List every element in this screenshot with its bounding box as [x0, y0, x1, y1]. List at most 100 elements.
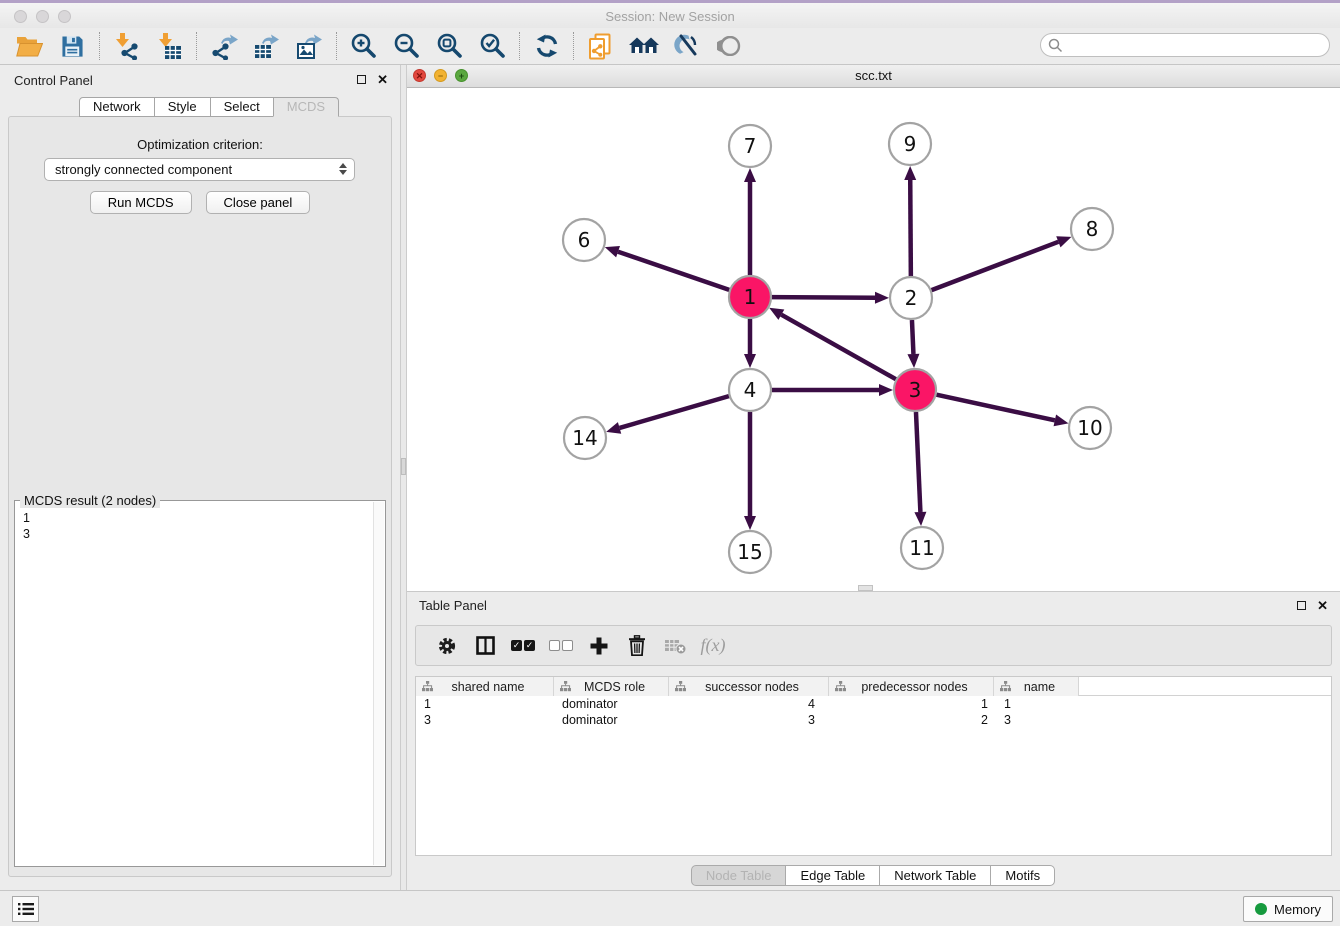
svg-text:3: 3: [909, 378, 922, 402]
graph-node-8[interactable]: 8: [1071, 208, 1113, 250]
hide-graphics-details-button[interactable]: [665, 30, 708, 62]
graph-node-1[interactable]: 1: [729, 276, 771, 318]
plus-icon: [589, 636, 609, 656]
tab-motifs[interactable]: Motifs: [990, 865, 1055, 886]
column-header-shared-name[interactable]: shared name: [416, 677, 554, 696]
vertical-splitter[interactable]: [400, 65, 407, 890]
first-neighbors-button[interactable]: [622, 30, 665, 62]
graph-node-14[interactable]: 14: [564, 417, 606, 459]
tab-network-table[interactable]: Network Table: [879, 865, 991, 886]
graph-node-15[interactable]: 15: [729, 531, 771, 573]
graph-node-11[interactable]: 11: [901, 527, 943, 569]
tree-icon: [835, 681, 846, 692]
float-table-panel-icon[interactable]: [1297, 601, 1306, 610]
export-network-button[interactable]: [202, 30, 245, 62]
memory-status-icon: [1255, 903, 1267, 915]
svg-text:4: 4: [744, 378, 757, 402]
graph-edge-4-14[interactable]: [620, 396, 729, 428]
unchecked-box-icon: [549, 640, 560, 651]
zoom-out-button[interactable]: [385, 30, 428, 62]
create-column-button[interactable]: [580, 636, 618, 656]
table-panel-title: Table Panel: [419, 598, 487, 613]
result-scrollbar[interactable]: [373, 502, 384, 865]
column-header-predecessor-nodes[interactable]: predecessor nodes: [829, 677, 994, 696]
network-zoom-button[interactable]: +: [455, 69, 468, 82]
toolbar-separator: [99, 32, 100, 60]
graph-edge-2-9[interactable]: [910, 180, 911, 276]
status-bar: Memory: [0, 890, 1340, 926]
graph-node-10[interactable]: 10: [1069, 407, 1111, 449]
column-header-name[interactable]: name: [994, 677, 1079, 696]
graph-node-9[interactable]: 9: [889, 123, 931, 165]
optimization-criterion-select[interactable]: strongly connected component: [44, 158, 355, 181]
table-row[interactable]: 3dominator323: [416, 712, 1331, 728]
table-cell: 3: [416, 712, 554, 728]
graph-node-3[interactable]: 3: [894, 369, 936, 411]
vertical-splitter-handle[interactable]: [401, 458, 406, 475]
import-table-icon: [156, 33, 183, 60]
tab-select[interactable]: Select: [210, 97, 274, 117]
zoom-in-button[interactable]: [342, 30, 385, 62]
search-input[interactable]: [1067, 36, 1329, 54]
checked-box-icon: ✓: [511, 640, 522, 651]
apply-layout-button[interactable]: [525, 30, 568, 62]
network-minimize-button[interactable]: −: [434, 69, 447, 82]
function-builder-button[interactable]: f(x): [694, 635, 732, 656]
graph-edge-1-6[interactable]: [618, 252, 729, 290]
graph-node-7[interactable]: 7: [729, 125, 771, 167]
delete-table-button[interactable]: [656, 637, 694, 655]
main-toolbar: [0, 28, 1340, 65]
table-cell: 1: [994, 696, 1079, 712]
save-session-button[interactable]: [51, 30, 94, 62]
graph-edge-2-8[interactable]: [932, 242, 1059, 290]
gear-icon: [437, 636, 457, 656]
graph-node-4[interactable]: 4: [729, 369, 771, 411]
column-header-MCDS-role[interactable]: MCDS role: [554, 677, 669, 696]
zoom-selected-button[interactable]: [471, 30, 514, 62]
tab-network[interactable]: Network: [79, 97, 155, 117]
export-image-button[interactable]: [288, 30, 331, 62]
import-table-button[interactable]: [148, 30, 191, 62]
task-history-button[interactable]: [12, 896, 39, 922]
tab-mcds[interactable]: MCDS: [273, 97, 339, 117]
graph-edge-3-11[interactable]: [916, 412, 920, 512]
tab-node-table[interactable]: Node Table: [691, 865, 787, 886]
delete-column-button[interactable]: [618, 635, 656, 656]
graph-node-6[interactable]: 6: [563, 219, 605, 261]
graph-node-2[interactable]: 2: [890, 277, 932, 319]
export-table-button[interactable]: [245, 30, 288, 62]
open-session-button[interactable]: [8, 30, 51, 62]
memory-button[interactable]: Memory: [1243, 896, 1333, 922]
close-panel-button[interactable]: Close panel: [206, 191, 311, 214]
close-table-panel-icon[interactable]: ✕: [1317, 600, 1328, 611]
network-canvas-svg[interactable]: 1 2 3 4 6 7 8 9 10 11 14 15: [407, 88, 1340, 592]
svg-text:14: 14: [572, 426, 597, 450]
select-all-columns-button[interactable]: ✓✓: [504, 640, 542, 651]
horizontal-splitter-handle[interactable]: [858, 585, 873, 591]
graph-edge-2-3[interactable]: [912, 320, 913, 354]
network-close-button[interactable]: ✕: [413, 69, 426, 82]
network-canvas[interactable]: 1 2 3 4 6 7 8 9 10 11 14 15: [407, 88, 1340, 591]
mcds-tab-content: Optimization criterion: strongly connect…: [8, 116, 392, 877]
fit-content-button[interactable]: [428, 30, 471, 62]
tree-icon: [1000, 681, 1011, 692]
tab-edge-table[interactable]: Edge Table: [785, 865, 880, 886]
copy-network-button[interactable]: [579, 30, 622, 62]
run-mcds-button[interactable]: Run MCDS: [90, 191, 192, 214]
float-panel-icon[interactable]: [357, 75, 366, 84]
import-network-button[interactable]: [105, 30, 148, 62]
graph-edge-1-2[interactable]: [772, 297, 875, 298]
toolbar-separator: [196, 32, 197, 60]
graph-edge-3-1[interactable]: [781, 315, 895, 380]
close-panel-icon[interactable]: ✕: [377, 74, 388, 85]
column-header-successor-nodes[interactable]: successor nodes: [669, 677, 829, 696]
export-image-icon: [296, 33, 324, 60]
tree-icon: [675, 681, 686, 692]
graph-edge-3-10[interactable]: [936, 395, 1054, 421]
show-column-panel-button[interactable]: [466, 636, 504, 655]
table-settings-button[interactable]: [428, 636, 466, 656]
unselect-all-columns-button[interactable]: [542, 640, 580, 651]
tab-style[interactable]: Style: [154, 97, 211, 117]
show-graphics-details-button[interactable]: [708, 30, 751, 62]
table-row[interactable]: 1dominator411: [416, 696, 1331, 712]
